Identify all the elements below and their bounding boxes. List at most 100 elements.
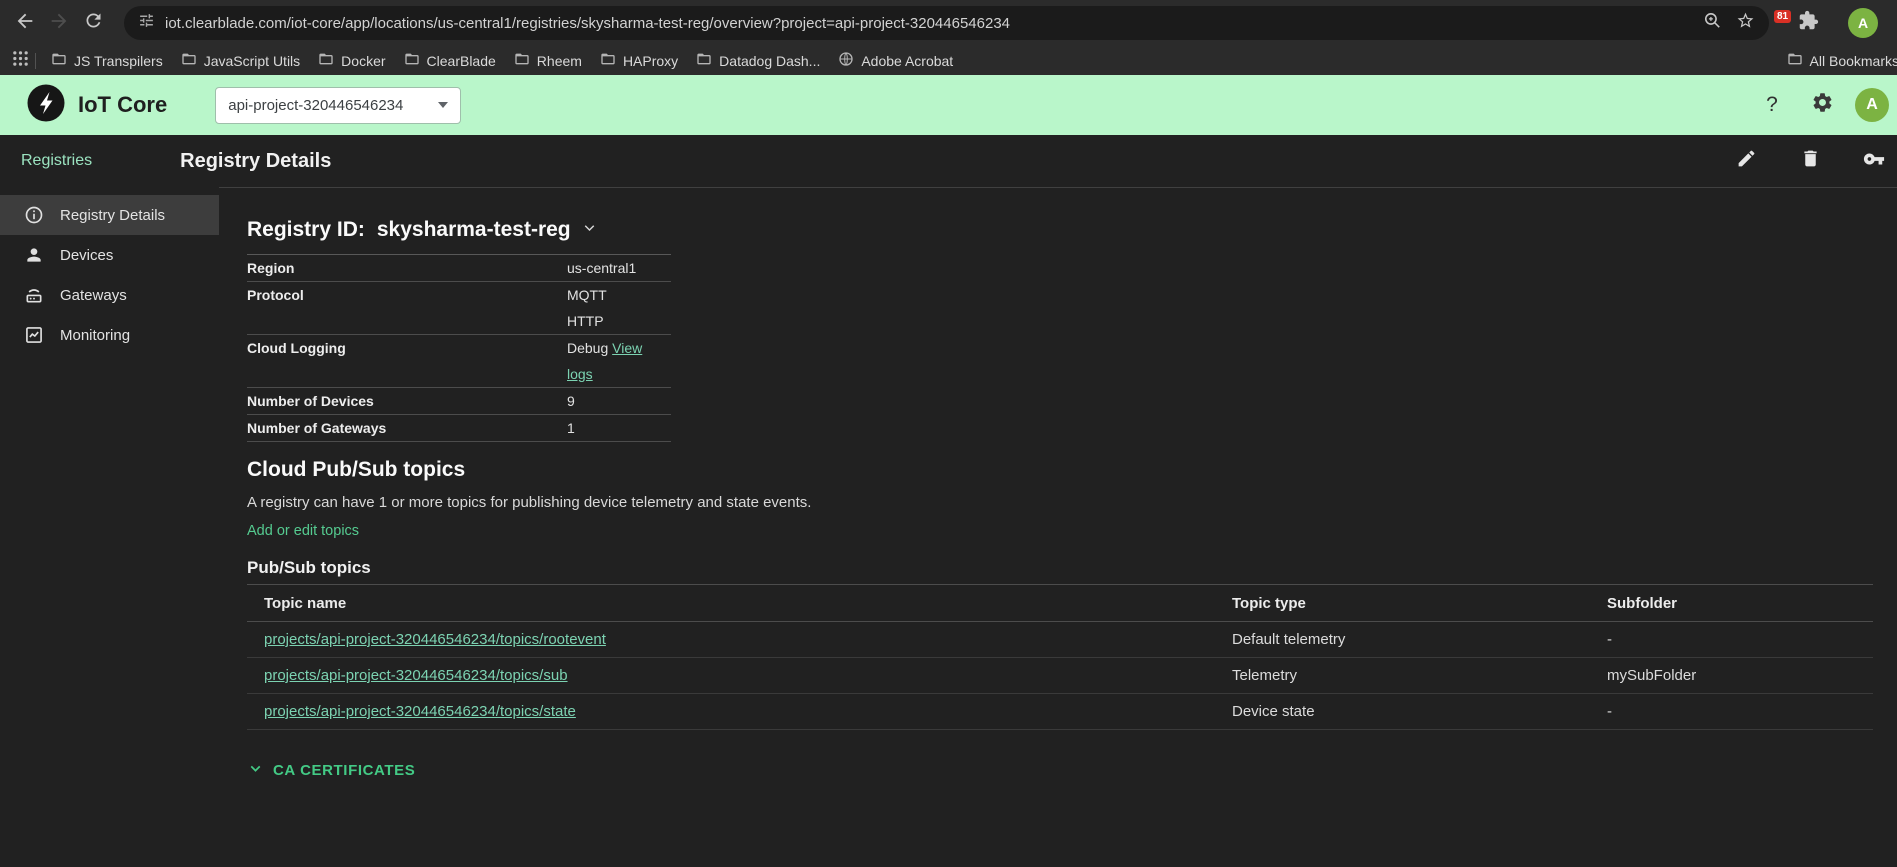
pubsub-description: A registry can have 1 or more topics for… xyxy=(247,494,1873,511)
project-selector[interactable]: api-project-320446546234 xyxy=(215,87,461,124)
zoom-icon[interactable] xyxy=(1703,11,1722,35)
delete-registry-button[interactable] xyxy=(1793,144,1827,178)
detail-value: 1 xyxy=(567,415,575,441)
registry-details-table: Region us-central1 Protocol MQTT HTTP Cl… xyxy=(247,254,671,442)
back-icon xyxy=(14,10,36,37)
sidebar-item-label: Gateways xyxy=(60,287,127,304)
gear-icon xyxy=(1811,91,1834,119)
pencil-icon xyxy=(1736,148,1757,174)
pubsub-section-heading: Cloud Pub/Sub topics xyxy=(247,458,1873,482)
chevron-down-icon xyxy=(438,102,448,108)
forward-icon xyxy=(48,10,70,37)
table-row: projects/api-project-320446546234/topics… xyxy=(247,658,1873,694)
bookmark-label: Datadog Dash... xyxy=(719,53,820,69)
site-info-icon[interactable] xyxy=(138,12,155,34)
page-title: Registry Details xyxy=(180,150,331,173)
bookmark-folder-haproxy[interactable]: HAProxy xyxy=(591,48,687,73)
pubsub-table-header: Topic name Topic type Subfolder xyxy=(247,584,1873,622)
breadcrumb-registries[interactable]: Registries xyxy=(21,152,92,170)
browser-profile-avatar[interactable]: A xyxy=(1848,8,1878,38)
protocol-http: HTTP xyxy=(567,308,607,334)
bookmark-label: ClearBlade xyxy=(427,53,496,69)
bookmark-label: Docker xyxy=(341,53,385,69)
column-header-topic-type: Topic type xyxy=(1232,595,1607,612)
browser-window: iot.clearblade.com/iot-core/app/location… xyxy=(0,0,1897,867)
project-selector-value: api-project-320446546234 xyxy=(228,97,403,114)
registry-id-label: Registry ID: xyxy=(247,218,365,242)
table-row: projects/api-project-320446546234/topics… xyxy=(247,622,1873,658)
edit-registry-button[interactable] xyxy=(1729,144,1763,178)
ca-certificates-toggle[interactable]: CA CERTIFICATES xyxy=(247,760,1873,781)
detail-value: us-central1 xyxy=(567,255,636,281)
detail-label: Protocol xyxy=(247,282,567,308)
app-body: Registry Details Devices Gateways Monito… xyxy=(0,187,1897,867)
protocol-mqtt: MQTT xyxy=(567,282,607,308)
folder-icon xyxy=(696,51,712,70)
forward-button[interactable] xyxy=(42,6,76,40)
browser-toolbar: iot.clearblade.com/iot-core/app/location… xyxy=(0,0,1897,46)
help-icon[interactable]: ? xyxy=(1755,93,1789,117)
detail-label: Cloud Logging xyxy=(247,335,567,361)
folder-icon xyxy=(600,51,616,70)
detail-value: 9 xyxy=(567,388,575,414)
extension-badge: 81 xyxy=(1774,10,1791,23)
product-title: IoT Core xyxy=(78,92,167,118)
toolbar-right: 81 A xyxy=(1783,8,1897,38)
sidebar-item-gateways[interactable]: Gateways xyxy=(0,275,219,315)
folder-icon xyxy=(404,51,420,70)
settings-button[interactable] xyxy=(1805,88,1839,122)
bookmark-label: JS Transpilers xyxy=(74,53,163,69)
bookmark-adobe-acrobat[interactable]: Adobe Acrobat xyxy=(829,48,962,73)
page-header-actions xyxy=(1729,144,1897,178)
topic-link[interactable]: projects/api-project-320446546234/topics… xyxy=(264,667,568,684)
registry-switcher-chevron-icon[interactable] xyxy=(581,218,598,242)
app-header-actions: ? A xyxy=(1755,88,1893,122)
back-button[interactable] xyxy=(8,6,42,40)
bookmark-folder-docker[interactable]: Docker xyxy=(309,48,394,73)
topic-type: Default telemetry xyxy=(1232,631,1607,648)
bookmark-folder-clearblade[interactable]: ClearBlade xyxy=(395,48,505,73)
bookmark-folder-javascript-utils[interactable]: JavaScript Utils xyxy=(172,48,309,73)
topic-type: Telemetry xyxy=(1232,667,1607,684)
clearblade-logo xyxy=(26,83,66,128)
devices-person-icon xyxy=(24,245,44,265)
all-bookmarks-label: All Bookmarks xyxy=(1810,53,1897,69)
chevron-down-icon xyxy=(247,760,264,781)
detail-label: Number of Gateways xyxy=(247,415,567,441)
monitoring-chart-icon xyxy=(24,325,44,345)
sidebar-item-registry-details[interactable]: Registry Details xyxy=(0,195,219,235)
url-bar[interactable]: iot.clearblade.com/iot-core/app/location… xyxy=(124,6,1769,40)
column-header-topic-name: Topic name xyxy=(247,595,1232,612)
bookmark-folder-rheem[interactable]: Rheem xyxy=(505,48,591,73)
account-avatar[interactable]: A xyxy=(1855,88,1889,122)
bookmark-star-icon[interactable] xyxy=(1736,11,1755,35)
ca-certificates-label: CA CERTIFICATES xyxy=(273,762,415,779)
bookmarks-divider xyxy=(35,53,36,69)
detail-row-number-of-gateways: Number of Gateways 1 xyxy=(247,415,671,442)
topic-link[interactable]: projects/api-project-320446546234/topics… xyxy=(264,703,576,720)
registry-keys-button[interactable] xyxy=(1857,144,1891,178)
sidebar-item-devices[interactable]: Devices xyxy=(0,235,219,275)
refresh-button[interactable] xyxy=(76,6,110,40)
detail-row-protocol: Protocol MQTT HTTP xyxy=(247,282,671,335)
globe-icon xyxy=(838,51,854,70)
add-or-edit-topics-link[interactable]: Add or edit topics xyxy=(247,523,359,539)
main-content: Registry ID: skysharma-test-reg Region u… xyxy=(219,187,1897,867)
omnibox-icons xyxy=(1703,11,1755,35)
sidebar-item-label: Devices xyxy=(60,247,113,264)
folder-icon xyxy=(51,51,67,70)
extensions-puzzle-icon[interactable] xyxy=(1798,10,1819,36)
bookmark-folder-datadog[interactable]: Datadog Dash... xyxy=(687,48,829,73)
bookmark-label: HAProxy xyxy=(623,53,678,69)
registry-id-value: skysharma-test-reg xyxy=(377,218,571,242)
sidebar-item-monitoring[interactable]: Monitoring xyxy=(0,315,219,355)
cloud-logging-level: Debug xyxy=(567,340,608,356)
all-bookmarks-button[interactable]: All Bookmarks xyxy=(1787,51,1897,70)
bookmark-folder-js-transpilers[interactable]: JS Transpilers xyxy=(42,48,172,73)
url-text[interactable]: iot.clearblade.com/iot-core/app/location… xyxy=(165,15,1010,32)
sidebar: Registry Details Devices Gateways Monito… xyxy=(0,187,219,867)
topic-link[interactable]: projects/api-project-320446546234/topics… xyxy=(264,631,606,648)
detail-value: MQTT HTTP xyxy=(567,282,607,334)
sidebar-item-label: Registry Details xyxy=(60,207,165,224)
apps-grid-icon[interactable] xyxy=(12,50,29,72)
